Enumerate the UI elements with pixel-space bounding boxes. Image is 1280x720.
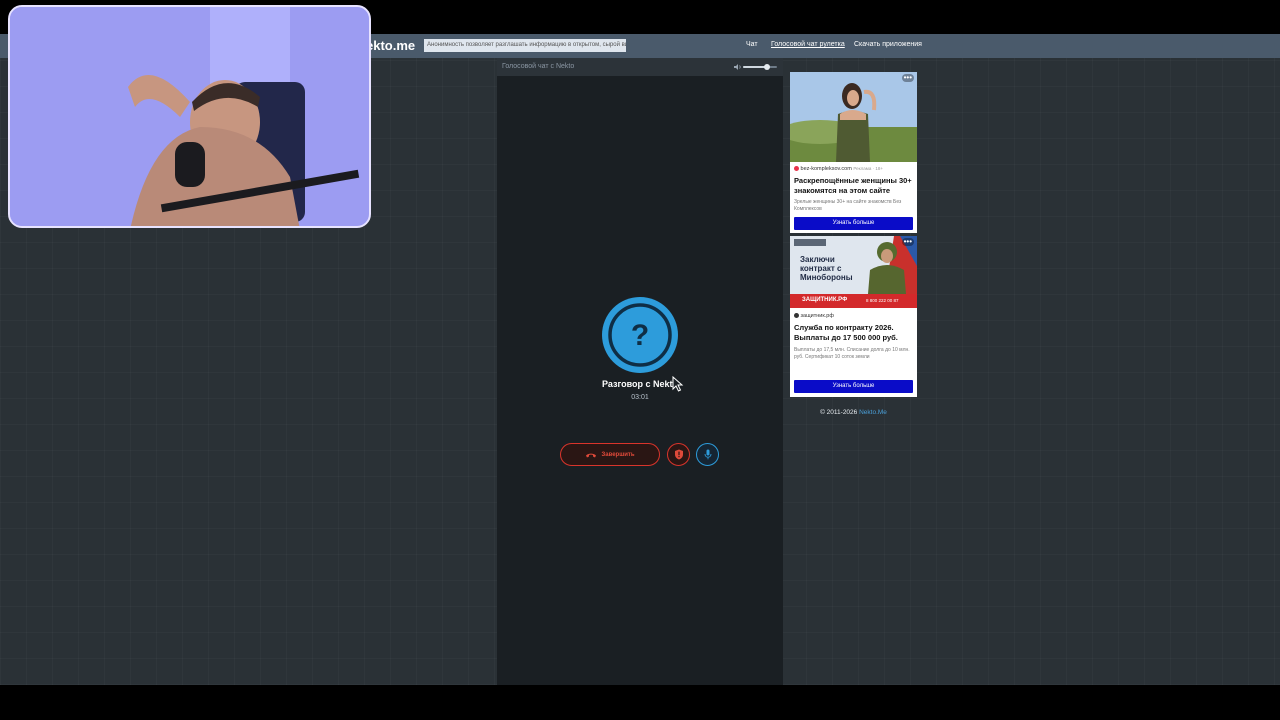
screen: ekto.me Анонимность позволяет разглашать… [0,0,1280,720]
volume-icon[interactable] [733,62,743,72]
ad-domain[interactable]: bez-kompleksov.com Реклама · 18+ [794,166,883,172]
ad-card-dating[interactable]: ••• bez-kompleksov.com Реклама · 18+ Рас… [790,72,917,233]
ad-options-icon[interactable]: ••• [901,238,914,246]
nav-link-voice-chat[interactable]: Голосовой чат рулетка [771,41,845,48]
ad-card-contract[interactable]: Заключи контракт с Минобороны ЗАЩИТНИК.Р… [790,236,917,397]
copyright-text: © 2011-2026 [820,409,860,416]
footer-copyright: © 2011-2026 Nekto.Me [790,409,917,416]
call-timer: 03:01 [631,394,649,401]
ad-title[interactable]: Служба по контракту 2026. Выплаты до 17 … [794,323,914,343]
ad-domain-text: защитник.рф [800,313,834,319]
ad-options-icon[interactable]: ••• [901,74,914,82]
ad-image[interactable]: ••• [790,72,917,162]
volume-slider[interactable] [743,64,777,70]
ad-learn-more-button[interactable]: Узнать больше [794,380,913,393]
anonymity-notice: Анонимность позволяет разглашать информа… [424,39,626,52]
ad-favicon-icon [794,313,799,319]
volume-slider-knob[interactable] [763,64,770,70]
ad-domain-text: bez-kompleksov.com [800,166,852,172]
ad-description: Выплаты до 17,5 млн. Списание долга до 1… [794,347,910,360]
streamer-webcam-overlay [8,5,371,228]
ad-learn-more-button[interactable]: Узнать больше [794,217,913,230]
ad-image[interactable]: Заключи контракт с Минобороны ЗАЩИТНИК.Р… [790,236,917,308]
ad-favicon-icon [794,166,799,172]
end-call-button[interactable]: Завершить [560,443,660,466]
ad-banner-headline: Заключи контракт с Минобороны [800,255,853,282]
peer-name: Разговор с Nekto [601,379,679,389]
panel-header: Голосовой чат с Nekto [497,58,783,76]
site-logo[interactable]: ekto.me [366,38,415,53]
ad-photo-woman [790,72,917,162]
webcam-person-image [10,7,369,226]
anonymous-avatar-icon: ? [602,297,678,373]
voice-chat-panel: Голосовой чат с Nekto ? Разговор с Nekto… [497,58,783,685]
nav-link-chat[interactable]: Чат [746,41,758,48]
microphone-button[interactable] [696,443,719,466]
nav-link-download-apps[interactable]: Скачать приложения [854,41,922,48]
hang-up-icon [586,453,597,457]
ad-domain[interactable]: защитник.рф [794,313,834,319]
mouse-cursor-icon [672,376,684,392]
shield-icon [674,449,683,460]
ad-banner-brand: ЗАЩИТНИК.РФ [802,297,848,303]
footer-link[interactable]: Nekto.Me [859,409,887,416]
svg-text:?: ? [631,319,649,352]
ad-banner-phone: 8 800 222 00 87 [866,298,899,303]
panel-title: Голосовой чат с Nekto [502,63,575,70]
report-button[interactable] [667,443,690,466]
ad-title[interactable]: Раскрепощённые женщины 30+ знакомятся на… [794,176,914,196]
microphone-icon [704,449,711,460]
ad-label: Реклама · 18+ [853,166,883,171]
end-call-label: Завершить [601,451,635,458]
ad-description: Зрелые женщины 30+ на сайте знакомств Бе… [794,199,902,212]
bottom-letterbox [0,685,1280,720]
